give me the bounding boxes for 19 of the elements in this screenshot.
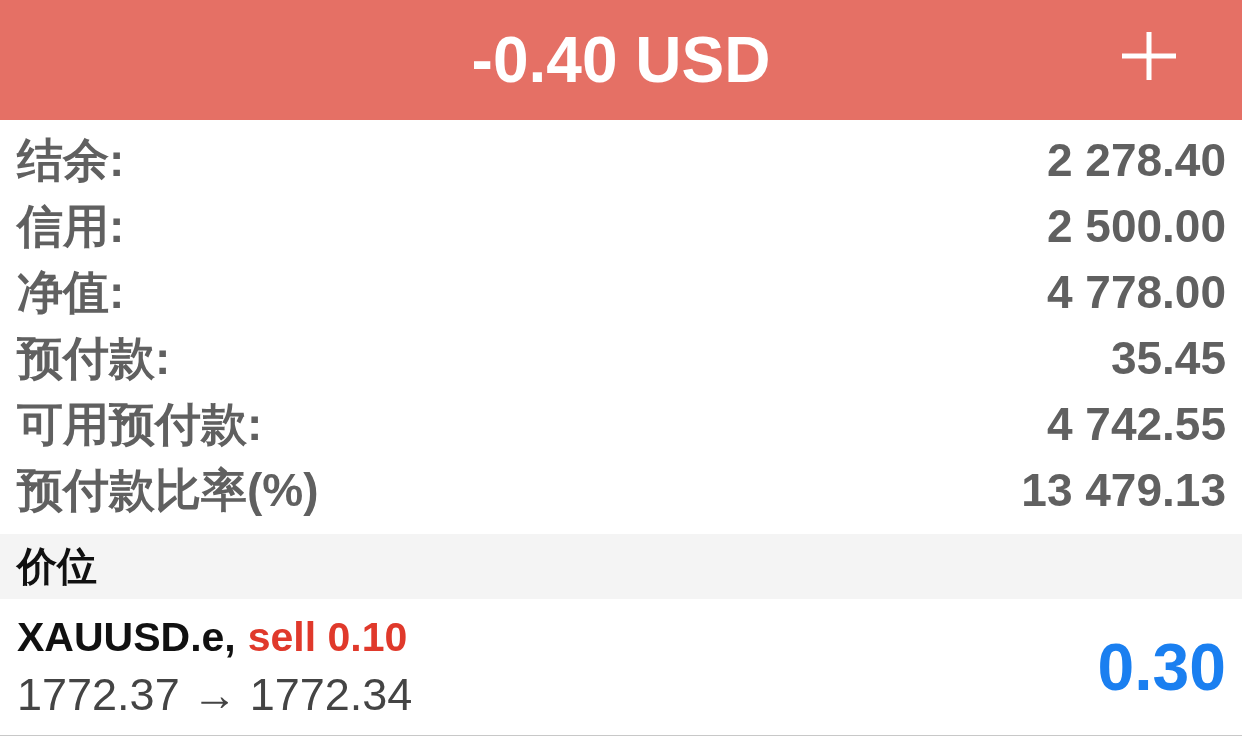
account-value: 4 778.00 [1046,265,1226,319]
account-label: 预付款比率(%) [17,463,319,517]
account-value: 2 278.40 [1046,133,1226,187]
account-value: 2 500.00 [1046,199,1226,253]
account-label: 信用: [17,199,125,253]
section-header: 价位 [0,534,1242,599]
profit-value: 0.30 [1097,630,1226,704]
account-label: 结余: [17,133,125,187]
symbol-text: XAUUSD.e, [17,613,236,661]
account-value: 4 742.55 [1046,397,1226,451]
plus-icon[interactable] [1122,32,1176,80]
order-text: sell 0.10 [247,613,408,661]
account-label: 预付款: [17,331,171,385]
total-profit-title: -0.40 USD [471,28,771,92]
account-value: 13 479.13 [1021,463,1226,517]
account-value: 35.45 [1110,331,1226,385]
account-label: 可用预付款: [17,397,263,451]
price-text: 1772.37 → 1772.34 [17,668,413,721]
account-label: 净值: [17,265,125,319]
